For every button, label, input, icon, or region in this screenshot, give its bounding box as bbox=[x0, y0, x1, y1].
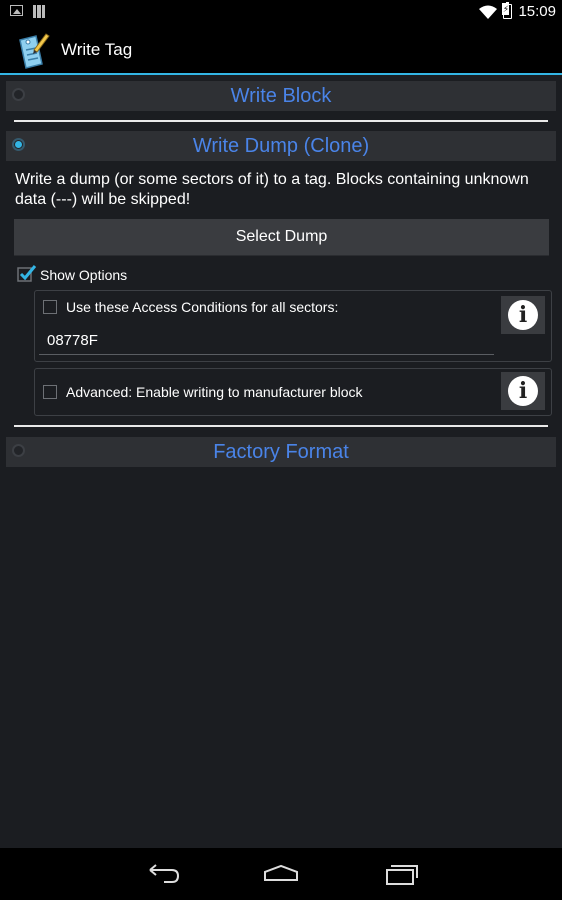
access-conditions-label: Use these Access Conditions for all sect… bbox=[66, 299, 339, 315]
access-conditions-checkbox[interactable] bbox=[43, 300, 57, 314]
advanced-label: Advanced: Enable writing to manufacturer… bbox=[66, 384, 363, 400]
info-icon: i bbox=[508, 376, 538, 406]
back-icon[interactable] bbox=[142, 860, 182, 888]
write-block-label: Write Block bbox=[230, 84, 332, 107]
section-divider bbox=[14, 120, 548, 122]
section-divider bbox=[14, 425, 548, 427]
navigation-bar bbox=[0, 848, 562, 900]
factory-format-label: Factory Format bbox=[213, 440, 349, 463]
image-notification-icon bbox=[10, 5, 23, 16]
factory-format-header[interactable]: Factory Format bbox=[6, 437, 556, 467]
status-bar: 15:09 bbox=[0, 0, 562, 24]
write-dump-radio[interactable] bbox=[12, 138, 25, 151]
action-bar: Write Tag bbox=[0, 24, 562, 74]
select-dump-button[interactable]: Select Dump bbox=[14, 219, 549, 256]
home-icon[interactable] bbox=[261, 860, 301, 888]
info-icon: i bbox=[508, 300, 538, 330]
battery-charging-icon bbox=[502, 2, 513, 19]
wifi-icon bbox=[479, 5, 498, 19]
barcode-notification-icon bbox=[33, 5, 45, 18]
write-dump-label: Write Dump (Clone) bbox=[192, 134, 370, 157]
access-conditions-info-button[interactable]: i bbox=[501, 296, 545, 334]
recent-apps-icon[interactable] bbox=[381, 860, 421, 888]
advanced-info-button[interactable]: i bbox=[501, 372, 545, 410]
write-dump-description: Write a dump (or some sectors of it) to … bbox=[15, 171, 529, 208]
write-block-radio[interactable] bbox=[12, 88, 25, 101]
advanced-checkbox[interactable] bbox=[43, 385, 57, 399]
access-conditions-input[interactable]: 08778F bbox=[39, 329, 494, 355]
page-title: Write Tag bbox=[61, 40, 133, 59]
write-dump-header[interactable]: Write Dump (Clone) bbox=[6, 131, 556, 161]
write-block-header[interactable]: Write Block bbox=[6, 81, 556, 111]
show-options-checkbox[interactable] bbox=[17, 264, 37, 282]
factory-format-radio[interactable] bbox=[12, 444, 25, 457]
action-bar-divider bbox=[0, 73, 562, 75]
clock: 15:09 bbox=[518, 3, 556, 20]
tag-pencil-icon[interactable] bbox=[14, 30, 50, 70]
show-options-label: Show Options bbox=[40, 267, 128, 283]
